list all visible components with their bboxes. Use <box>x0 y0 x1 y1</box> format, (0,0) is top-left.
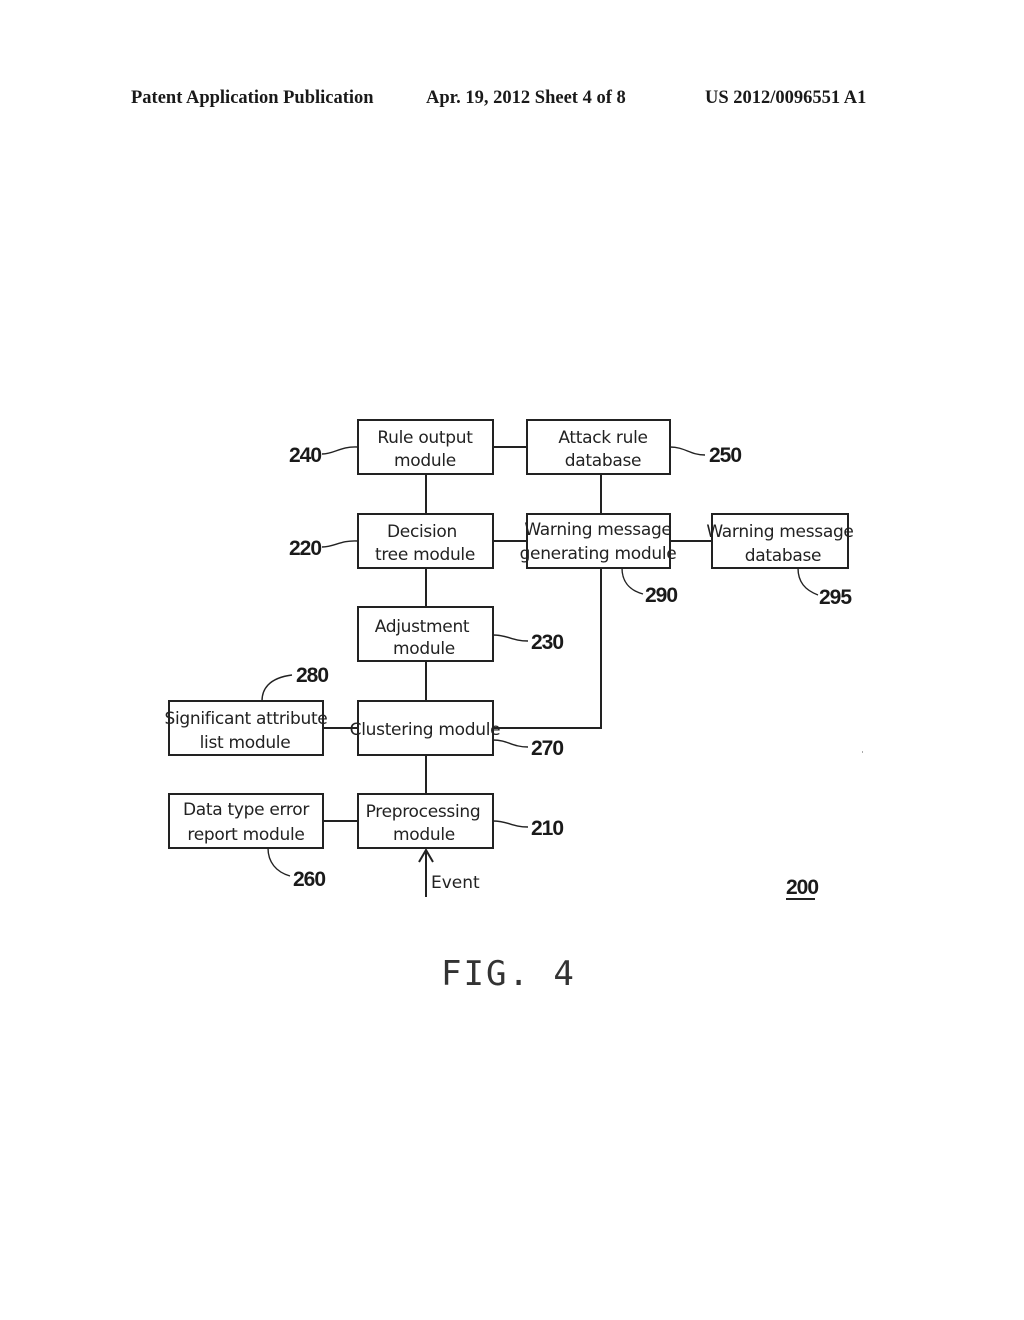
module-warning-message-database: Warning message database <box>706 513 854 569</box>
leader-240 <box>321 446 359 455</box>
system-ref: 200 <box>786 876 818 899</box>
ref-295: 295 <box>819 586 852 609</box>
module-label-line1: Warning message <box>706 522 853 542</box>
ref-230: 230 <box>531 631 563 654</box>
ref-240: 240 <box>289 444 321 467</box>
module-rule-output: Rule output module <box>357 419 494 475</box>
leader-lines <box>261 446 819 877</box>
leader-260 <box>267 847 291 877</box>
module-label-line2: module <box>393 639 455 659</box>
leader-295 <box>797 567 819 596</box>
module-label-line2: tree module <box>375 545 475 565</box>
module-label-line2: report module <box>187 825 304 845</box>
module-label-line1: Preprocessing <box>366 802 481 822</box>
leader-270 <box>492 739 529 748</box>
leader-280 <box>261 674 293 702</box>
module-data-type-error-report: Data type error report module <box>168 793 324 849</box>
module-label-line1: Decision <box>387 522 457 542</box>
module-label-line1: Clustering module <box>350 720 501 740</box>
module-warning-message-generating: Warning message generating module <box>520 513 677 569</box>
module-attack-rule-database: Attack rule database <box>526 419 671 475</box>
ref-280: 280 <box>296 664 328 687</box>
leader-210 <box>492 820 529 828</box>
ref-290: 290 <box>645 584 677 607</box>
module-label-line2: module <box>394 451 456 471</box>
module-label-line2: list module <box>200 733 291 753</box>
scan-speck <box>862 751 863 753</box>
figure-label: FIG. 4 <box>441 954 576 994</box>
ref-220: 220 <box>289 537 321 560</box>
block-diagram: Rule output module Attack rule database … <box>165 419 863 994</box>
module-clustering: Clustering module <box>350 700 501 756</box>
module-label-line1: Rule output <box>377 428 473 448</box>
module-label-line1: Significant attribute <box>165 709 328 729</box>
module-label-line1: Adjustment <box>375 617 470 637</box>
leader-250 <box>669 446 706 456</box>
ref-250: 250 <box>709 444 741 467</box>
ref-210: 210 <box>531 817 563 840</box>
leader-220 <box>321 540 359 548</box>
module-label-line2: database <box>745 546 821 566</box>
leader-230 <box>492 634 529 642</box>
module-significant-attribute-list: Significant attribute list module <box>165 700 328 756</box>
module-label-line1: Warning message <box>524 520 671 540</box>
module-label-line2: module <box>393 825 455 845</box>
event-label: Event <box>431 873 480 893</box>
module-label-line2: database <box>565 451 641 471</box>
ref-270: 270 <box>531 737 563 760</box>
module-label-line1: Attack rule <box>558 428 647 448</box>
ref-260: 260 <box>293 868 325 891</box>
module-decision-tree: Decision tree module <box>357 513 494 569</box>
module-preprocessing: Preprocessing module <box>357 793 494 849</box>
leader-290 <box>621 567 644 595</box>
module-label-line2: generating module <box>520 544 677 564</box>
module-label-line1: Data type error <box>183 800 309 820</box>
module-adjustment: Adjustment module <box>357 606 494 662</box>
